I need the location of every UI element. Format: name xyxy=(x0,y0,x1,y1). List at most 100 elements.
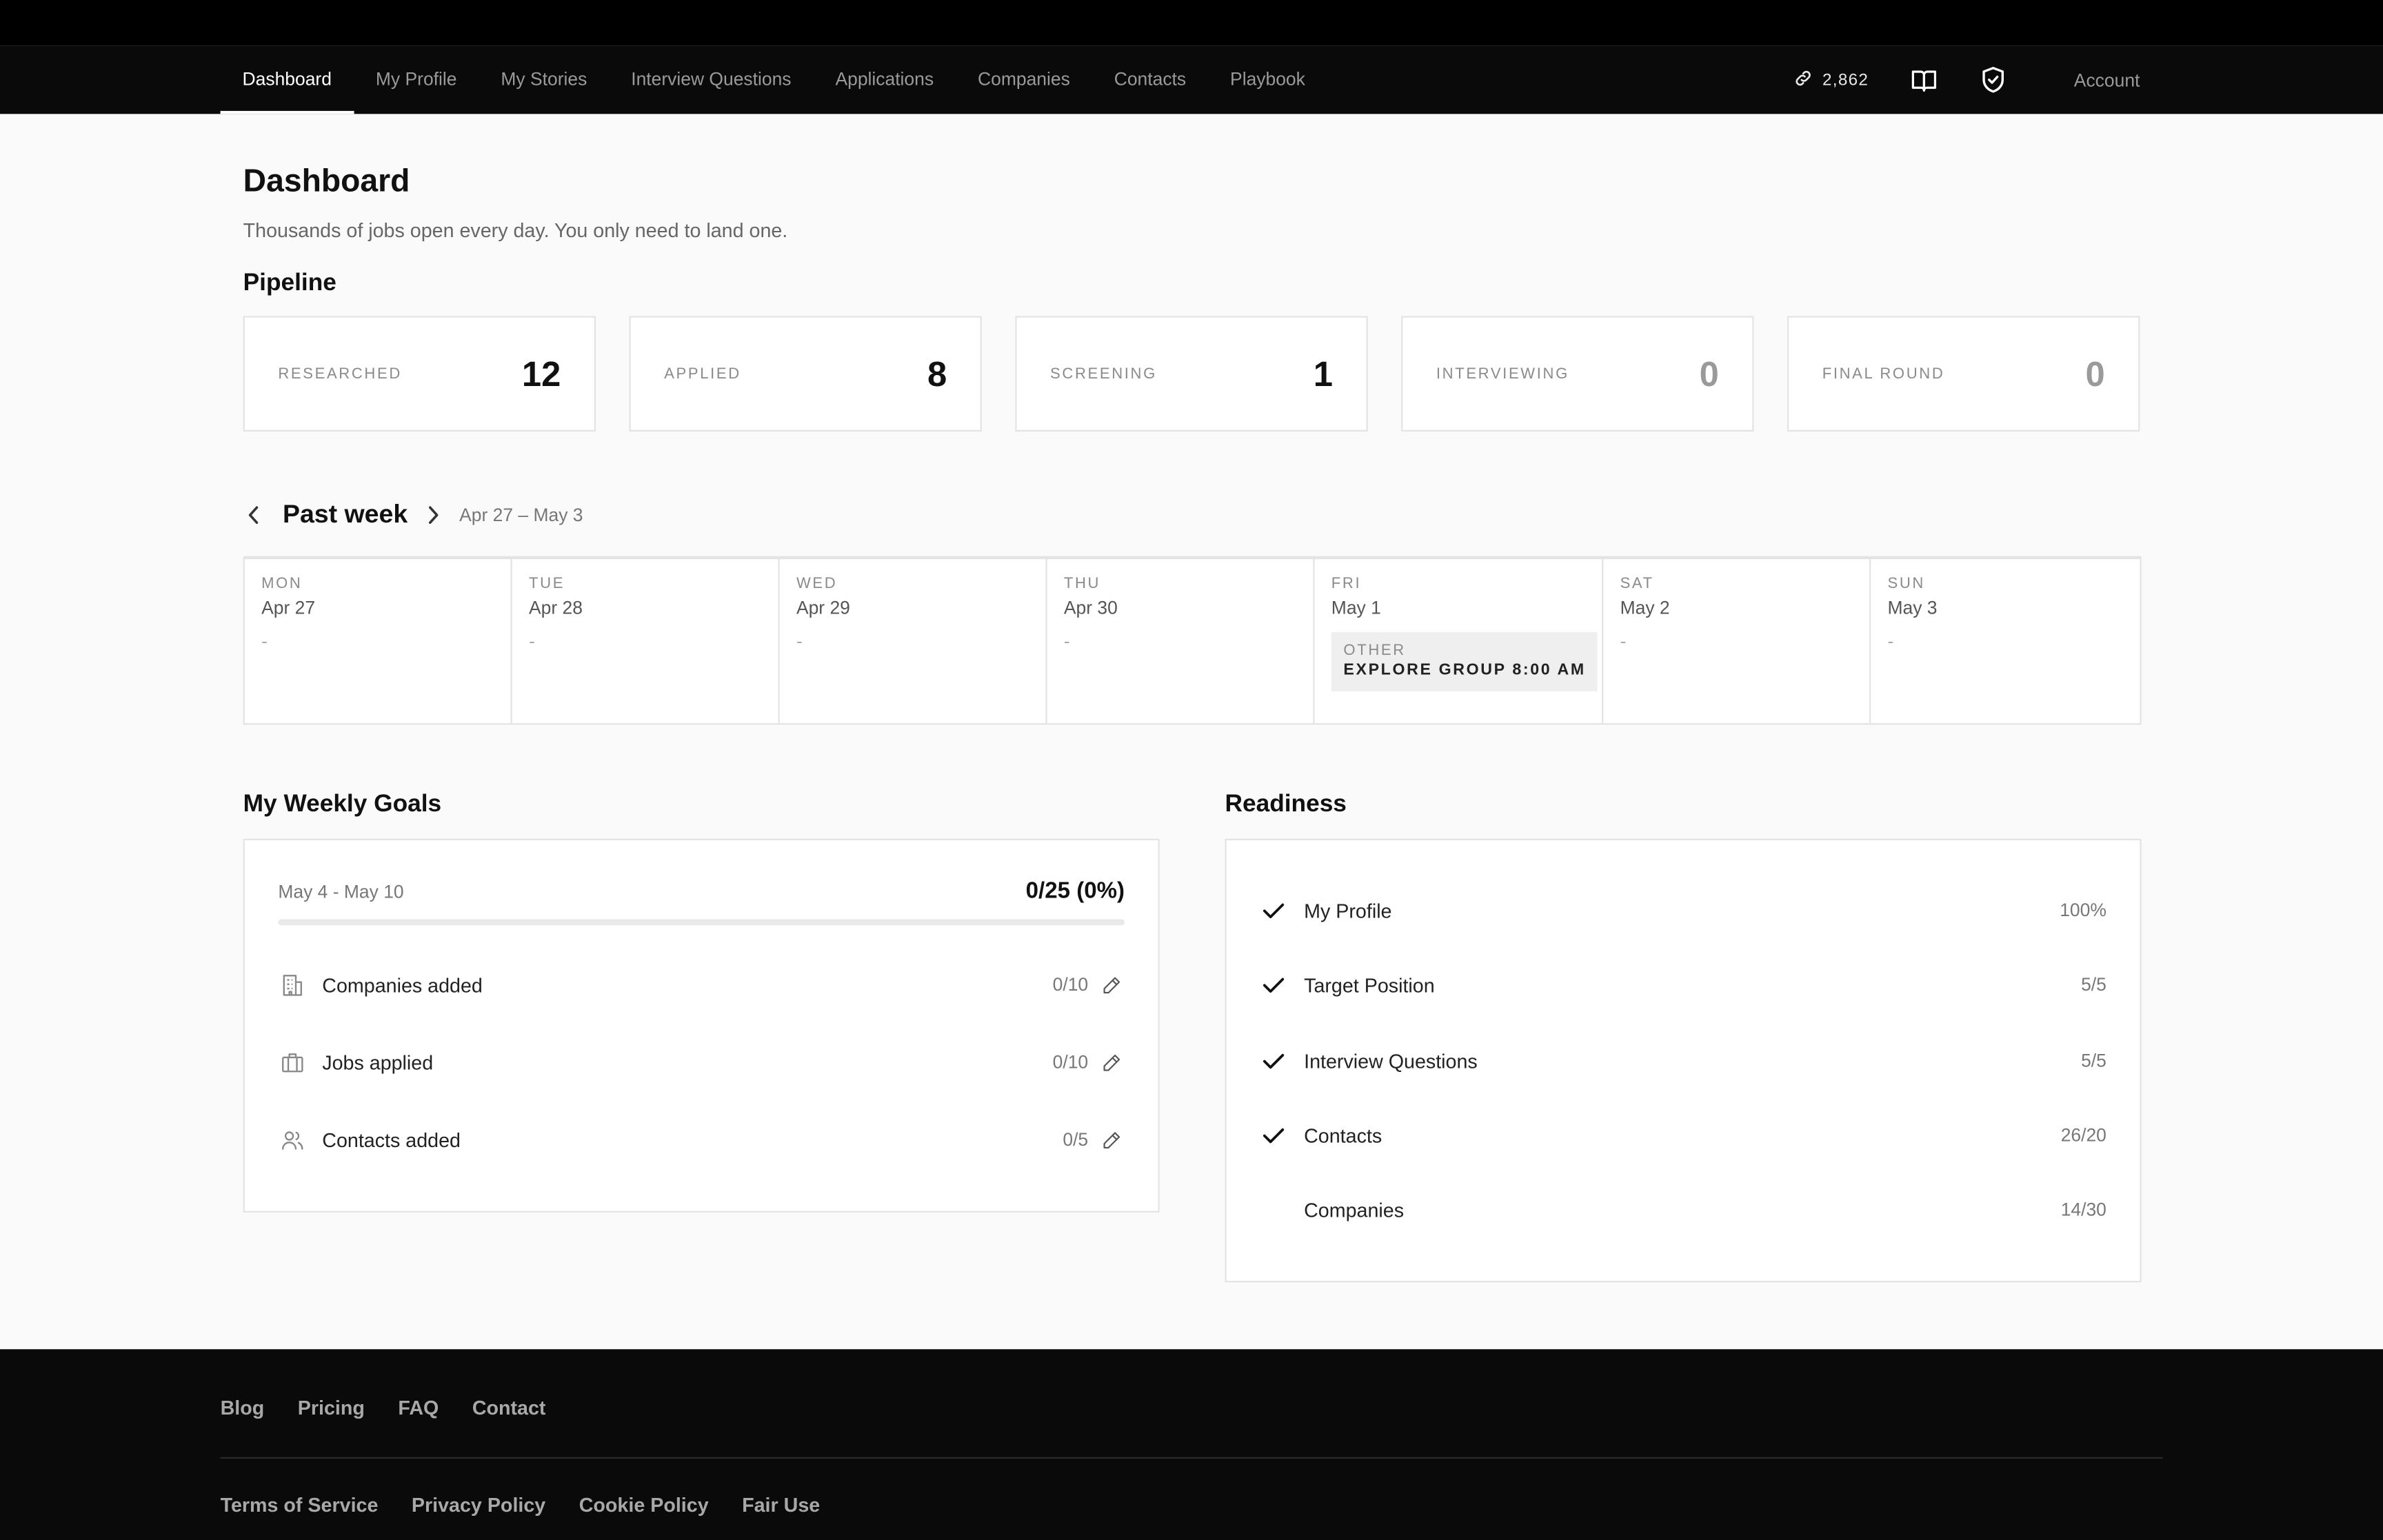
pencil-icon[interactable] xyxy=(1100,1051,1122,1073)
pipeline-label: SCREENING xyxy=(1050,365,1157,383)
pipeline-row: RESEARCHED 12 APPLIED 8 SCREENING 1 INTE… xyxy=(243,316,2140,432)
day-empty: - xyxy=(1620,630,1627,652)
readiness-value: 100% xyxy=(2060,899,2107,921)
goal-count: 0/10 xyxy=(1052,973,1089,995)
day-empty: - xyxy=(1063,630,1070,652)
link-icon xyxy=(1793,68,1822,92)
readiness-label: Companies xyxy=(1304,1197,1405,1221)
goal-row-jobs: Jobs applied 0/10 xyxy=(278,1047,1121,1077)
day-column-sat[interactable]: SAT May 2 - xyxy=(1603,559,1871,724)
pipeline-value: 0 xyxy=(2085,353,2105,393)
check-placeholder xyxy=(1260,1196,1287,1224)
account-link[interactable]: Account xyxy=(2074,69,2140,90)
pipeline-card-applied[interactable]: APPLIED 8 xyxy=(629,316,982,432)
event-title: EXPLORE GROUP 8:00 AM xyxy=(1343,660,1586,680)
goal-label: Contacts added xyxy=(322,1128,461,1151)
readiness-label: My Profile xyxy=(1304,898,1392,922)
pipeline-heading: Pipeline xyxy=(243,270,336,296)
readiness-value: 5/5 xyxy=(2081,1050,2107,1071)
pipeline-label: RESEARCHED xyxy=(278,365,402,383)
day-column-fri[interactable]: FRI May 1 OTHER EXPLORE GROUP 8:00 AM xyxy=(1315,559,1604,724)
readiness-value: 14/30 xyxy=(2060,1199,2107,1220)
footer-link-pricing[interactable]: Pricing xyxy=(298,1397,365,1419)
pipeline-value: 0 xyxy=(1699,353,1719,393)
pencil-icon[interactable] xyxy=(1100,1129,1122,1151)
check-icon xyxy=(1260,1047,1287,1075)
weekly-goals-heading: My Weekly Goals xyxy=(243,791,442,818)
footer-link-cookies[interactable]: Cookie Policy xyxy=(579,1494,709,1517)
readiness-row-companies[interactable]: Companies 14/30 xyxy=(1260,1194,2107,1224)
day-date: May 3 xyxy=(1887,597,1938,619)
nav-dashboard[interactable]: Dashboard xyxy=(220,45,354,114)
day-column-thu[interactable]: THU Apr 30 - xyxy=(1047,559,1315,724)
weekly-goals-card: May 4 - May 10 0/25 (0%) Companies added… xyxy=(243,838,1160,1213)
day-name: SUN xyxy=(1887,576,1925,593)
footer-link-faq[interactable]: FAQ xyxy=(398,1397,439,1419)
check-icon xyxy=(1260,971,1287,998)
goal-count: 0/5 xyxy=(1063,1128,1089,1151)
footer-link-privacy[interactable]: Privacy Policy xyxy=(412,1494,545,1517)
pipeline-card-interviewing[interactable]: INTERVIEWING 0 xyxy=(1401,316,1754,432)
pipeline-card-final-round[interactable]: FINAL ROUND 0 xyxy=(1787,316,2140,432)
readiness-label: Target Position xyxy=(1304,973,1435,996)
readiness-row-my-profile[interactable]: My Profile 100% xyxy=(1260,895,2107,925)
pipeline-card-screening[interactable]: SCREENING 1 xyxy=(1015,316,1368,432)
top-navbar: Dashboard My Profile My Stories Intervie… xyxy=(0,45,2383,114)
credits-value: 2,862 xyxy=(1822,70,1869,89)
nav-my-profile[interactable]: My Profile xyxy=(354,45,479,114)
nav-right: 2,862 Account xyxy=(1793,45,2140,114)
chevron-left-icon[interactable] xyxy=(243,505,265,526)
book-icon[interactable] xyxy=(1909,65,1939,95)
nav-interview-questions[interactable]: Interview Questions xyxy=(609,45,813,114)
nav-my-stories[interactable]: My Stories xyxy=(479,45,609,114)
day-column-mon[interactable]: MON Apr 27 - xyxy=(245,559,512,724)
readiness-row-interview-questions[interactable]: Interview Questions 5/5 xyxy=(1260,1045,2107,1075)
day-empty: - xyxy=(1887,630,1894,652)
pipeline-card-researched[interactable]: RESEARCHED 12 xyxy=(243,316,596,432)
credits-counter[interactable]: 2,862 xyxy=(1793,68,1869,92)
readiness-value: 5/5 xyxy=(2081,973,2107,995)
nav-applications[interactable]: Applications xyxy=(814,45,956,114)
day-name: TUE xyxy=(529,576,565,593)
day-column-tue[interactable]: TUE Apr 28 - xyxy=(512,559,780,724)
check-icon xyxy=(1260,1122,1287,1149)
day-empty: - xyxy=(529,630,535,652)
day-date: May 1 xyxy=(1331,597,1381,619)
day-column-sun[interactable]: SUN May 3 - xyxy=(1871,559,2140,723)
building-icon xyxy=(278,971,305,998)
day-date: May 2 xyxy=(1620,597,1670,619)
pencil-icon[interactable] xyxy=(1100,974,1122,995)
shield-check-icon[interactable] xyxy=(1978,65,2009,95)
day-date: Apr 28 xyxy=(529,597,583,619)
pipeline-value: 8 xyxy=(927,353,947,393)
pipeline-value: 1 xyxy=(1313,353,1333,393)
goal-label: Jobs applied xyxy=(322,1051,434,1074)
goal-row-companies: Companies added 0/10 xyxy=(278,969,1121,1000)
readiness-row-contacts[interactable]: Contacts 26/20 xyxy=(1260,1119,2107,1150)
footer-divider xyxy=(220,1457,2163,1459)
nav-playbook[interactable]: Playbook xyxy=(1208,45,1327,114)
readiness-row-target-position[interactable]: Target Position 5/5 xyxy=(1260,969,2107,1000)
footer-link-blog[interactable]: Blog xyxy=(221,1397,265,1419)
day-column-wed[interactable]: WED Apr 29 - xyxy=(780,559,1047,724)
footer-link-contact[interactable]: Contact xyxy=(472,1397,546,1419)
readiness-value: 26/20 xyxy=(2060,1124,2107,1146)
pipeline-value: 12 xyxy=(521,353,561,393)
day-name: THU xyxy=(1063,576,1101,593)
footer-link-fair-use[interactable]: Fair Use xyxy=(742,1494,820,1517)
nav-contacts[interactable]: Contacts xyxy=(1092,45,1208,114)
footer-link-terms[interactable]: Terms of Service xyxy=(221,1494,379,1517)
pipeline-label: APPLIED xyxy=(664,365,741,383)
readiness-card: My Profile 100% Target Position 5/5 Inte… xyxy=(1225,838,2142,1283)
day-name: MON xyxy=(261,576,303,593)
day-date: Apr 29 xyxy=(796,597,850,619)
pipeline-label: FINAL ROUND xyxy=(1822,365,1945,383)
nav-links: Dashboard My Profile My Stories Intervie… xyxy=(220,45,1327,114)
day-empty: - xyxy=(261,630,268,652)
day-empty: - xyxy=(796,630,803,652)
event-type: OTHER xyxy=(1343,642,1406,660)
calendar-event[interactable]: OTHER EXPLORE GROUP 8:00 AM xyxy=(1331,631,1598,691)
check-icon xyxy=(1260,896,1287,924)
chevron-right-icon[interactable] xyxy=(423,505,444,526)
nav-companies[interactable]: Companies xyxy=(956,45,1092,114)
